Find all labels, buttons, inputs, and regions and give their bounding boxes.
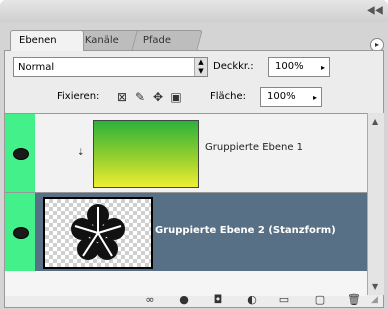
lock-position-move-icon[interactable]: ✥ — [151, 90, 165, 104]
fill-value: 100% — [267, 91, 296, 102]
fill-field[interactable]: 100% ▸ — [260, 87, 322, 107]
lock-all-icon[interactable]: ▣ — [169, 90, 183, 104]
layers-scrollbar[interactable]: ▲ ▼ — [367, 113, 384, 295]
opacity-slider-arrow-icon[interactable]: ▸ — [321, 59, 325, 77]
layers-list: ⇣ Gruppierte Ebene 1 Gruppierte Ebene 2 … — [5, 113, 367, 296]
panel-content: Normal ▲ ▼ Deckkr.: 100% ▸ Fixieren: ⊠ ✎ … — [4, 50, 384, 308]
trash-icon[interactable]: 🗑 — [347, 293, 361, 307]
resize-grip-icon[interactable]: ◢ — [371, 295, 381, 305]
new-layer-icon[interactable]: ▢ — [313, 293, 327, 307]
layer-thumbnail-gradient[interactable] — [93, 120, 199, 188]
layer-row[interactable]: ⇣ Gruppierte Ebene 1 — [5, 114, 367, 193]
tab-kanaele-label: Kanäle — [84, 35, 119, 46]
layer-thumbnail-clover-shape[interactable] — [43, 197, 153, 269]
eye-icon — [13, 148, 29, 160]
tab-pfade[interactable]: Pfade — [131, 30, 203, 51]
lock-pixels-brush-icon[interactable]: ✎ — [133, 90, 147, 104]
blend-row: Normal ▲ ▼ Deckkr.: 100% ▸ — [13, 57, 383, 79]
scroll-down-icon[interactable]: ▼ — [372, 282, 378, 291]
collapse-icon[interactable]: ⯇⯇ — [366, 4, 385, 20]
clover-shape-icon — [71, 204, 125, 260]
layers-panel: ⯇⯇ Ebenen Kanäle Pfade ▸ Normal ▲ ▼ Deckk… — [0, 0, 388, 310]
lock-label: Fixieren: — [57, 91, 100, 102]
opacity-label: Deckkr.: — [213, 61, 254, 72]
layer-name[interactable]: Gruppierte Ebene 2 (Stanzform) — [155, 225, 336, 236]
layer-style-icon[interactable]: ● — [177, 293, 191, 307]
layers-toolbar: ∞ ● ◘ ◐ ▭ ▢ 🗑 ◢ — [5, 293, 383, 307]
clipping-link-icon: ⇣ — [77, 148, 85, 158]
visibility-toggle[interactable] — [5, 114, 35, 192]
new-group-folder-icon[interactable]: ▭ — [277, 293, 291, 307]
eye-icon — [13, 227, 29, 239]
tab-pfade-label: Pfade — [142, 35, 172, 46]
opacity-value: 100% — [275, 61, 304, 72]
add-mask-icon[interactable]: ◘ — [211, 293, 225, 307]
select-arrows-icon: ▲ ▼ — [194, 58, 207, 76]
tab-ebenen[interactable]: Ebenen — [10, 30, 84, 51]
lock-row: Fixieren: ⊠ ✎ ✥ ▣ Fläche: 100% ▸ — [5, 87, 383, 109]
layer-name[interactable]: Gruppierte Ebene 1 — [205, 142, 303, 153]
opacity-field[interactable]: 100% ▸ — [268, 57, 330, 77]
link-layers-icon[interactable]: ∞ — [143, 293, 157, 307]
scroll-up-icon[interactable]: ▲ — [372, 117, 378, 126]
layer-row-selected[interactable]: Gruppierte Ebene 2 (Stanzform) — [5, 193, 367, 271]
lock-transparency-icon[interactable]: ⊠ — [115, 90, 129, 104]
visibility-toggle[interactable] — [5, 193, 35, 271]
panel-titlebar: ⯇⯇ — [0, 0, 388, 22]
adjustment-layer-icon[interactable]: ◐ — [245, 293, 259, 307]
fill-label: Fläche: — [210, 91, 247, 102]
fill-slider-arrow-icon[interactable]: ▸ — [313, 89, 317, 107]
blend-mode-value: Normal — [18, 62, 55, 73]
panel-tabs: Ebenen Kanäle Pfade — [10, 30, 380, 51]
blend-mode-select[interactable]: Normal ▲ ▼ — [13, 57, 208, 77]
